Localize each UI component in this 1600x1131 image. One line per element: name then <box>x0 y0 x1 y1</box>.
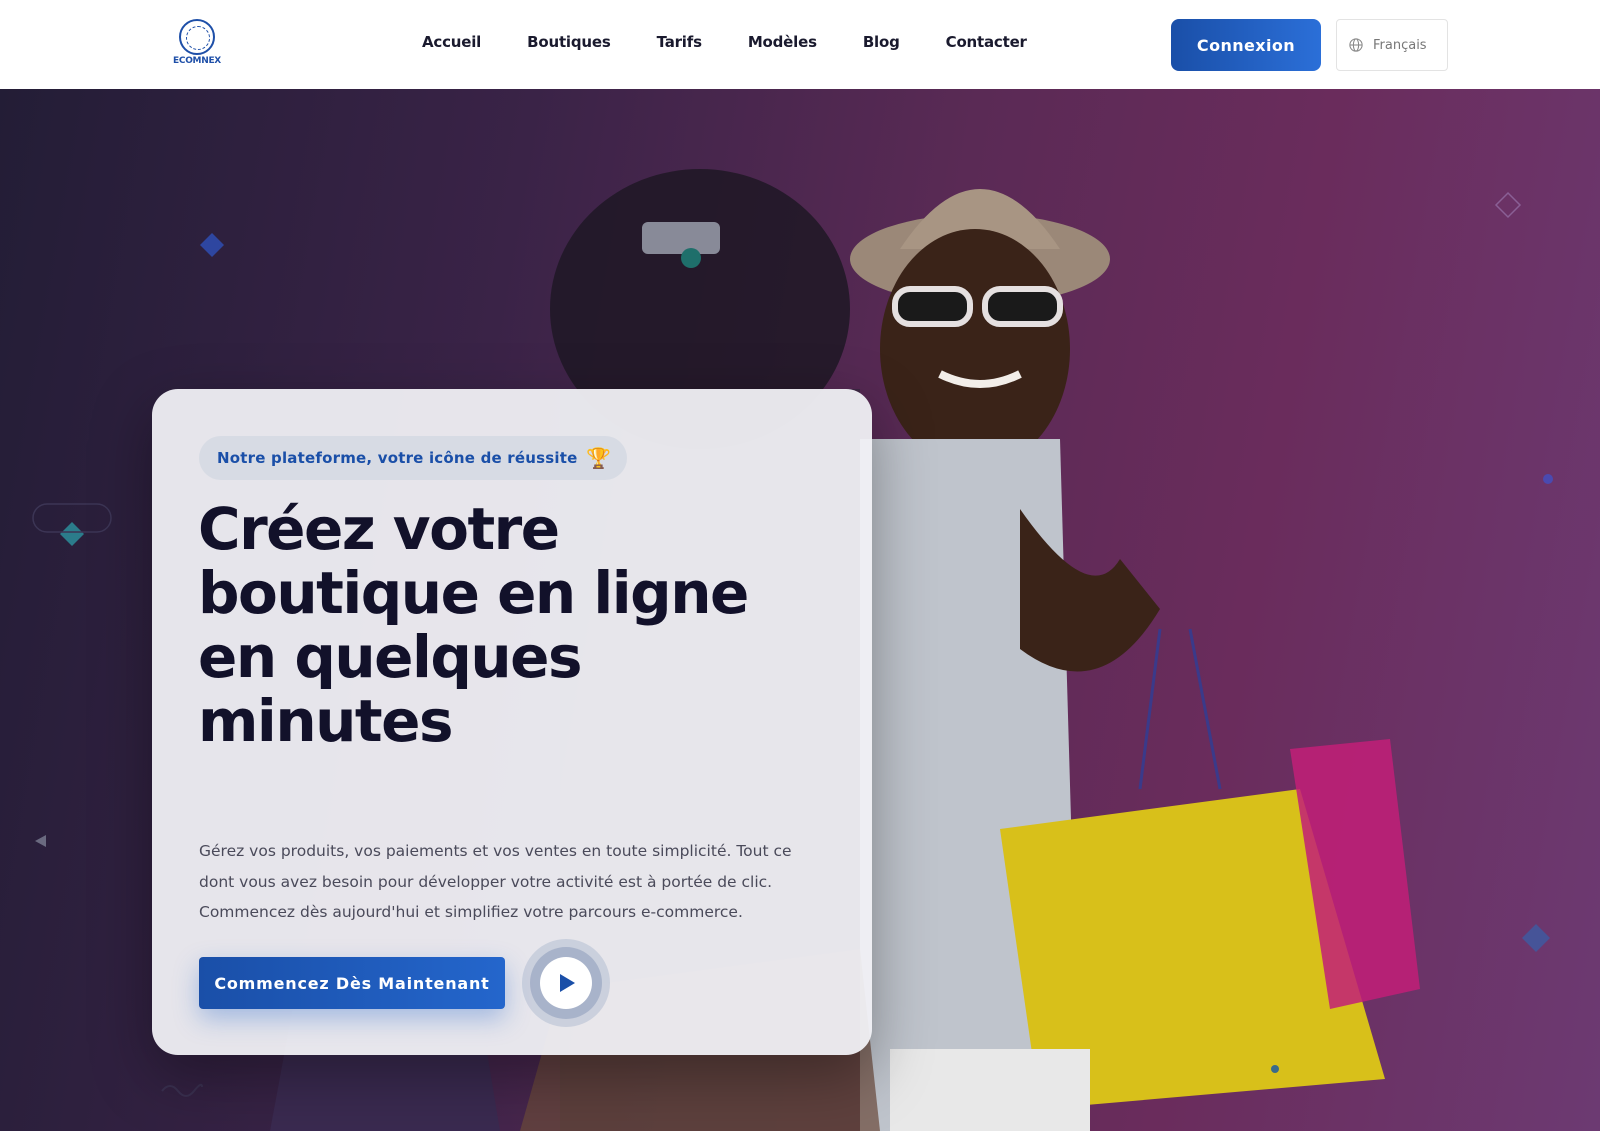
nav-boutiques[interactable]: Boutiques <box>527 33 611 51</box>
nav-modeles[interactable]: Modèles <box>748 33 817 51</box>
hero-card: Notre plateforme, votre icône de réussit… <box>152 389 872 1055</box>
hero-badge: Notre plateforme, votre icône de réussit… <box>199 436 627 480</box>
login-button[interactable]: Connexion <box>1171 19 1321 71</box>
trophy-icon: 🏆 <box>586 446 611 470</box>
hero-description: Gérez vos produits, vos paiements et vos… <box>199 842 792 921</box>
language-label: Français <box>1373 37 1427 53</box>
site-header: ECOMNEX Accueil Boutiques Tarifs Modèles… <box>0 0 1600 89</box>
get-started-button[interactable]: Commencez Dès Maintenant <box>199 957 505 1009</box>
hero-headline: Créez votre boutique en ligne en quelque… <box>198 495 749 755</box>
hero-section: Notre plateforme, votre icône de réussit… <box>0 89 1600 1131</box>
logo-emblem-icon <box>179 19 215 55</box>
nav-blog[interactable]: Blog <box>863 33 900 51</box>
decor-diamond-2 <box>1522 924 1550 952</box>
nav-tarifs[interactable]: Tarifs <box>657 33 702 51</box>
decor-diamond-1 <box>200 233 224 257</box>
decor-dot-2 <box>1271 1065 1279 1073</box>
decor-triangle <box>35 835 46 847</box>
ecomnex-logo[interactable]: ECOMNEX <box>171 19 223 71</box>
badge-text: Notre plateforme, votre icône de réussit… <box>217 449 578 467</box>
decor-dot-1 <box>1543 474 1553 484</box>
play-video-button[interactable] <box>540 957 592 1009</box>
decor-diamond-outline <box>1494 191 1522 219</box>
play-icon <box>560 974 575 992</box>
logo-text: ECOMNEX <box>173 56 221 66</box>
nav-contacter[interactable]: Contacter <box>946 33 1027 51</box>
main-nav: Accueil Boutiques Tarifs Modèles Blog Co… <box>422 33 1073 51</box>
globe-icon <box>1349 38 1363 52</box>
decor-pill-outline <box>32 503 112 533</box>
decor-squiggle <box>161 1083 203 1097</box>
language-selector[interactable]: Français <box>1336 19 1448 71</box>
nav-accueil[interactable]: Accueil <box>422 33 481 51</box>
